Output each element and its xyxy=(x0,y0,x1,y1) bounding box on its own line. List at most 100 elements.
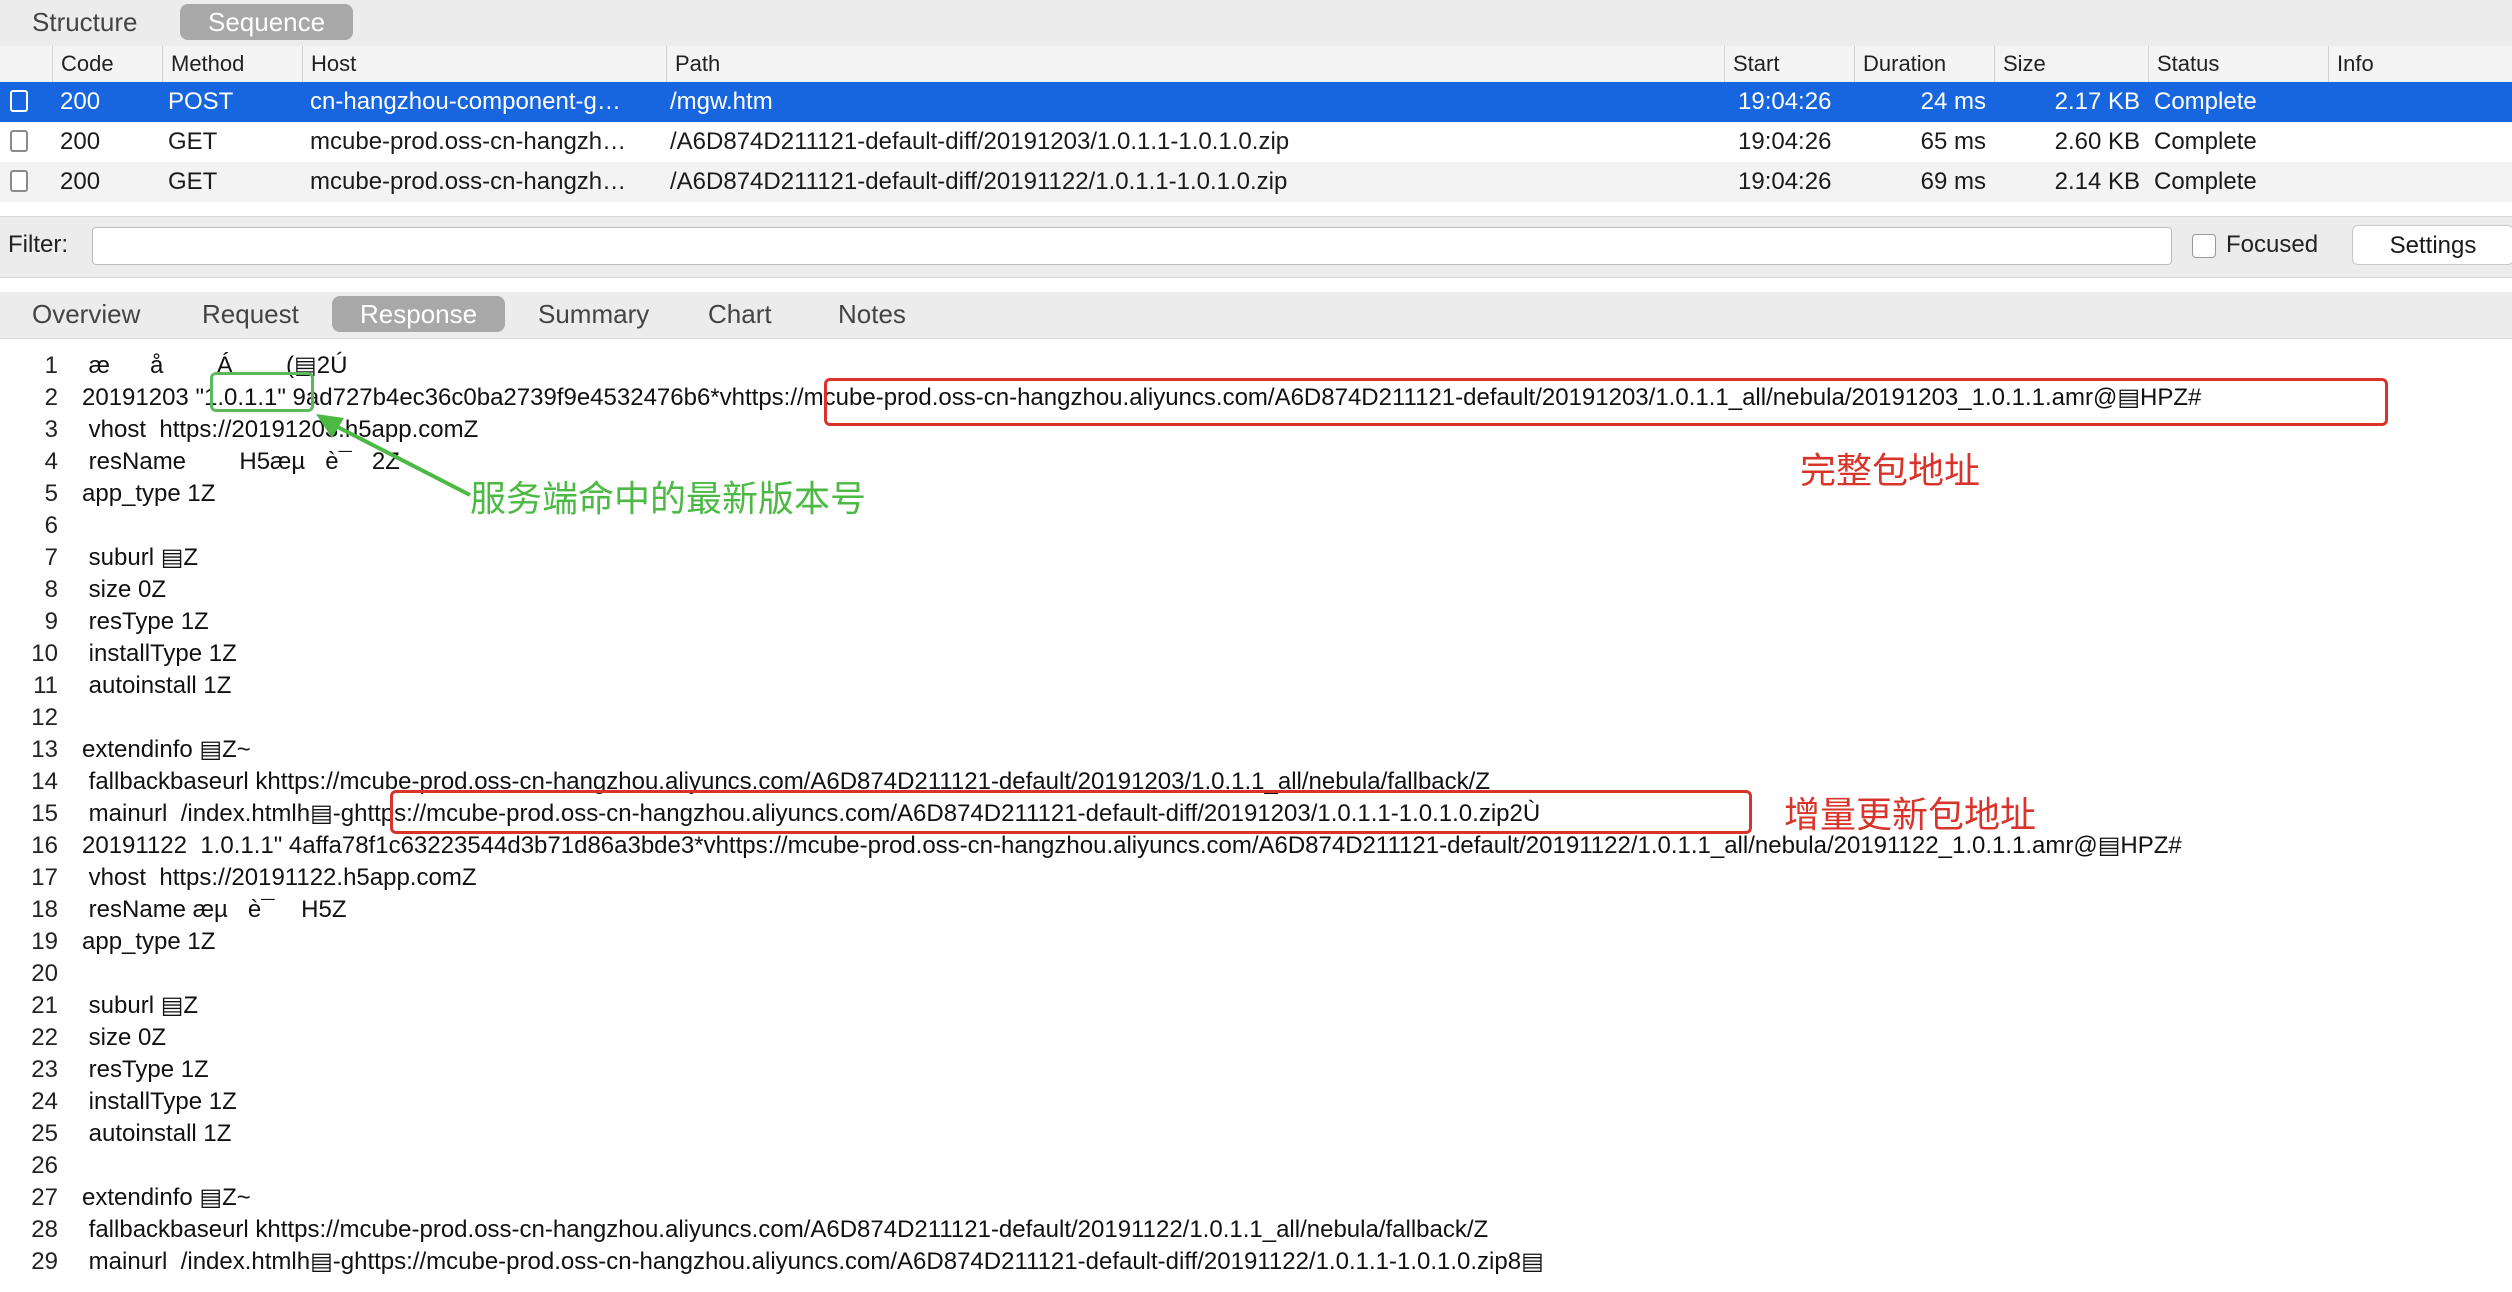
detail-tab-bar: Overview Request Response Summary Chart … xyxy=(0,292,2512,339)
response-line: 17 vhost https://20191122.h5app.comZ xyxy=(0,862,2512,894)
latest-version-note: 服务端命中的最新版本号 xyxy=(470,478,867,519)
column-code[interactable]: Code xyxy=(52,46,162,82)
cell-start: 19:04:26 xyxy=(1738,128,1832,155)
cell-code: 200 xyxy=(60,168,101,195)
line-number: 21 xyxy=(31,992,58,1019)
line-number: 14 xyxy=(31,768,58,795)
green-arrow-icon xyxy=(316,414,471,497)
request-icon xyxy=(10,90,28,112)
table-row[interactable]: 200 GET mcube-prod.oss-cn-hangzh… /A6D87… xyxy=(0,122,2512,162)
response-line: 10 installType 1Z xyxy=(0,638,2512,670)
response-line: 6 xyxy=(0,510,2512,542)
line-text: installType 1Z xyxy=(82,1088,237,1115)
cell-method: GET xyxy=(168,168,218,195)
line-number: 18 xyxy=(31,896,58,923)
response-line: 7 suburl ▤Z xyxy=(0,542,2512,574)
line-text: size 0Z xyxy=(82,1024,167,1051)
incremental-package-url-box xyxy=(390,790,1752,834)
line-number: 4 xyxy=(44,448,58,475)
line-text: app_type 1Z xyxy=(82,480,216,507)
column-status[interactable]: Status xyxy=(2148,46,2328,82)
response-line: 26 xyxy=(0,1150,2512,1182)
line-number: 16 xyxy=(31,832,58,859)
cell-host: cn-hangzhou-component-g… xyxy=(310,88,621,115)
line-number: 24 xyxy=(31,1088,58,1115)
version-highlight-box xyxy=(210,372,314,412)
column-method[interactable]: Method xyxy=(162,46,302,82)
response-line: 21 suburl ▤Z xyxy=(0,990,2512,1022)
response-line: 19 app_type 1Z xyxy=(0,926,2512,958)
tab-sequence[interactable]: Sequence xyxy=(180,4,354,40)
response-line: 12 xyxy=(0,702,2512,734)
cell-duration: 65 ms xyxy=(1920,128,1986,155)
line-text: suburl ▤Z xyxy=(82,992,199,1019)
cell-code: 200 xyxy=(60,128,101,155)
response-line: 24 installType 1Z xyxy=(0,1086,2512,1118)
line-number: 5 xyxy=(44,480,58,507)
cell-host: mcube-prod.oss-cn-hangzh… xyxy=(310,128,627,155)
cell-size: 2.17 KB xyxy=(2054,88,2140,115)
line-number: 10 xyxy=(31,640,58,667)
cell-method: GET xyxy=(168,128,218,155)
line-number: 27 xyxy=(31,1184,58,1211)
table-row[interactable]: 200 POST cn-hangzhou-component-g… /mgw.h… xyxy=(0,82,2512,122)
column-size[interactable]: Size xyxy=(1994,46,2148,82)
line-number: 9 xyxy=(44,608,58,635)
column-path[interactable]: Path xyxy=(666,46,1724,82)
filter-input[interactable] xyxy=(92,227,2172,265)
tab-response[interactable]: Response xyxy=(332,296,506,332)
cell-size: 2.14 KB xyxy=(2054,168,2140,195)
column-start[interactable]: Start xyxy=(1724,46,1854,82)
response-line: 16 20191122 1.0.1.1" 4affa78f1c63223544d3… xyxy=(0,830,2512,862)
settings-button[interactable]: Settings xyxy=(2352,225,2512,265)
line-text: fallbackbaseurl khttps://mcube-prod.oss-… xyxy=(82,1216,1489,1243)
response-line: 25 autoinstall 1Z xyxy=(0,1118,2512,1150)
cell-path: /mgw.htm xyxy=(670,88,773,115)
focused-checkbox[interactable] xyxy=(2192,234,2216,258)
full-package-url-box xyxy=(824,378,2388,426)
column-duration[interactable]: Duration xyxy=(1854,46,1994,82)
line-text: extendinfo ▤Z~ xyxy=(82,736,251,763)
line-number: 13 xyxy=(31,736,58,763)
response-line: 18 resName æµ è¯ H5Z xyxy=(0,894,2512,926)
tab-structure[interactable]: Structure xyxy=(4,4,166,40)
view-mode-bar: Structure Sequence xyxy=(0,0,2512,46)
tab-request[interactable]: Request xyxy=(174,296,327,332)
line-number: 3 xyxy=(44,416,58,443)
tab-overview[interactable]: Overview xyxy=(4,296,168,332)
cell-path: /A6D874D211121-default-diff/20191203/1.0… xyxy=(670,128,1290,155)
line-number: 23 xyxy=(31,1056,58,1083)
request-table-header: Code Method Host Path Start Duration Siz… xyxy=(0,46,2512,83)
cell-duration: 69 ms xyxy=(1920,168,1986,195)
response-line: 8 size 0Z xyxy=(0,574,2512,606)
response-line: 27 extendinfo ▤Z~ xyxy=(0,1182,2512,1214)
tab-chart[interactable]: Chart xyxy=(680,296,800,332)
line-text: suburl ▤Z xyxy=(82,544,199,571)
line-number: 15 xyxy=(31,800,58,827)
column-host[interactable]: Host xyxy=(302,46,666,82)
cell-method: POST xyxy=(168,88,234,115)
request-icon xyxy=(10,130,28,152)
line-number: 7 xyxy=(44,544,58,571)
cell-status: Complete xyxy=(2154,88,2257,115)
table-row[interactable]: 200 GET mcube-prod.oss-cn-hangzh… /A6D87… xyxy=(0,162,2512,202)
line-text: installType 1Z xyxy=(82,640,237,667)
focused-label[interactable]: Focused xyxy=(2226,231,2318,259)
tab-summary[interactable]: Summary xyxy=(510,296,677,332)
response-line: 23 resType 1Z xyxy=(0,1054,2512,1086)
response-line: 9 resType 1Z xyxy=(0,606,2512,638)
line-number: 8 xyxy=(44,576,58,603)
line-number: 1 xyxy=(44,352,58,379)
line-number: 29 xyxy=(31,1248,58,1275)
cell-start: 19:04:26 xyxy=(1738,88,1832,115)
filter-bar: Filter: Focused Settings xyxy=(0,216,2512,278)
cell-status: Complete xyxy=(2154,168,2257,195)
line-number: 12 xyxy=(31,704,58,731)
column-info[interactable]: Info xyxy=(2328,46,2512,82)
line-number: 22 xyxy=(31,1024,58,1051)
response-line: 13 extendinfo ▤Z~ xyxy=(0,734,2512,766)
line-text: vhost https://20191122.h5app.comZ xyxy=(82,864,477,891)
response-line: 28 fallbackbaseurl khttps://mcube-prod.o… xyxy=(0,1214,2512,1246)
cell-start: 19:04:26 xyxy=(1738,168,1832,195)
tab-notes[interactable]: Notes xyxy=(810,296,934,332)
